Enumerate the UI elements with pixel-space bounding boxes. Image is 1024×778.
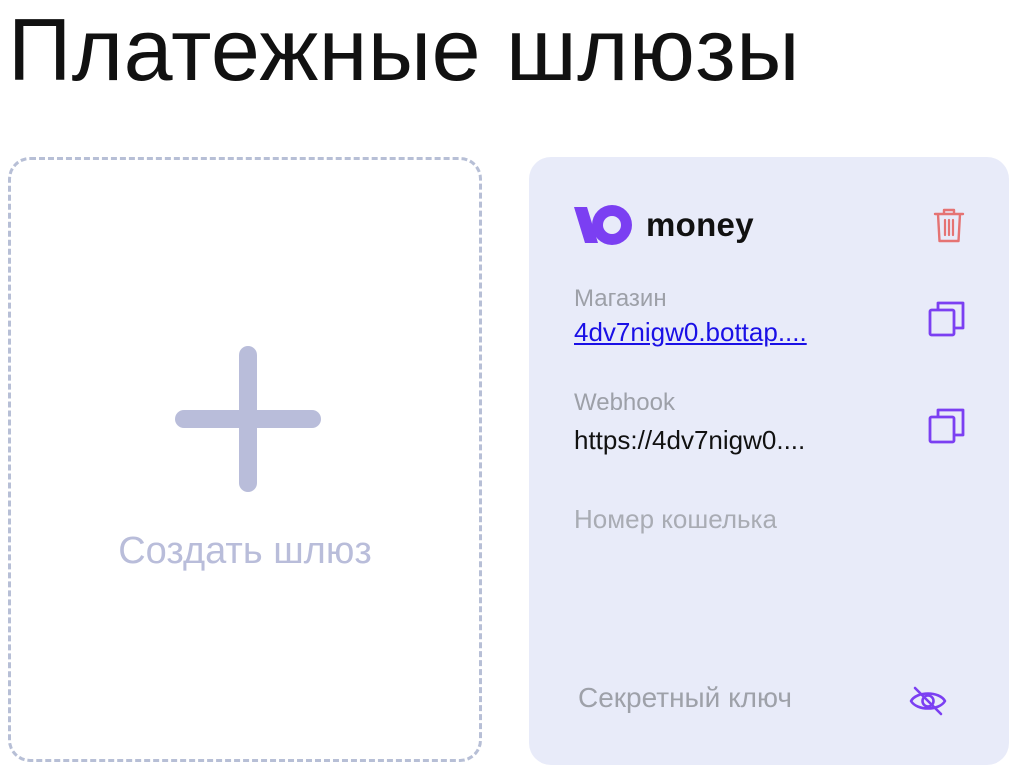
page: Платежные шлюзы Создать шлюз money Магаз… (0, 0, 1024, 778)
create-gateway-card[interactable]: Создать шлюз (8, 157, 482, 762)
trash-icon (933, 208, 965, 243)
secret-key-label: Секретный ключ (578, 682, 792, 713)
gateway-card-yoomoney: money Магазин 4dv7nigw0.bottap.... Webho… (529, 157, 1009, 765)
eye-off-icon (909, 686, 947, 716)
wallet-number-label: Номер кошелька (574, 504, 777, 534)
copy-icon (928, 301, 965, 337)
gateway-brand: money (574, 201, 754, 249)
copy-icon (928, 408, 965, 444)
toggle-secret-visibility-button[interactable] (909, 684, 947, 718)
yoomoney-logo-icon (574, 205, 632, 245)
shop-label: Магазин (574, 285, 667, 312)
create-gateway-label: Создать шлюз (118, 530, 372, 572)
brand-name: money (646, 206, 754, 243)
delete-gateway-button[interactable] (929, 205, 969, 245)
copy-webhook-button[interactable] (927, 406, 967, 446)
webhook-label: Webhook (574, 389, 675, 416)
copy-shop-button[interactable] (927, 299, 967, 339)
plus-icon (175, 346, 321, 492)
webhook-url: https://4dv7nigw0.... (574, 425, 806, 455)
page-title: Платежные шлюзы (8, 0, 801, 99)
shop-link[interactable]: 4dv7nigw0.bottap.... (574, 317, 839, 348)
